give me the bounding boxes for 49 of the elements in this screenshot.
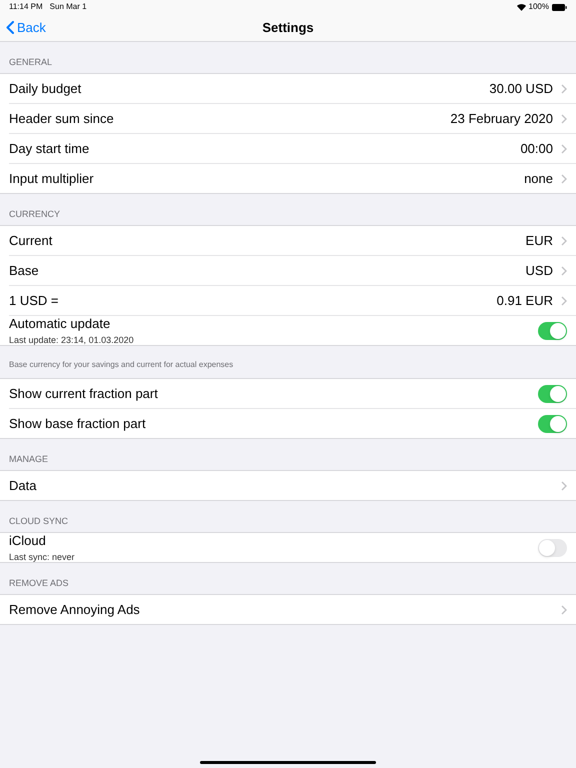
row-label: Header sum since: [9, 110, 114, 126]
row-label: Input multiplier: [9, 170, 94, 186]
row-label: Remove Annoying Ads: [9, 602, 140, 618]
chevron-right-icon: [561, 174, 567, 184]
chevron-right-icon: [561, 144, 567, 154]
toggle-switch[interactable]: [538, 384, 567, 402]
row-value: none: [524, 170, 553, 188]
back-button[interactable]: Back: [6, 18, 46, 38]
chevron-right-icon: [561, 480, 567, 490]
row-subtitle: Last update: 23:14, 01.03.2020: [9, 334, 134, 346]
row-value: 30.00 USD: [489, 80, 553, 98]
row-value: EUR: [526, 232, 553, 250]
section-header: CURRENCY: [9, 208, 60, 220]
chevron-right-icon: [561, 114, 567, 124]
section-header: CLOUD SYNC: [9, 514, 68, 528]
row-label: Base: [9, 262, 39, 278]
row-label: 1 USD =: [9, 292, 58, 308]
toggle-switch[interactable]: [538, 414, 567, 432]
wifi-icon: [516, 4, 526, 10]
chevron-right-icon: [561, 604, 567, 614]
nav-title: Settings: [262, 18, 314, 37]
row-label: Data: [9, 478, 36, 494]
section-header: MANAGE: [9, 452, 48, 466]
chevron-right-icon: [561, 236, 567, 246]
section-footer: Base currency for your savings and current for actual expenses: [9, 360, 234, 369]
row-value: USD: [526, 262, 553, 280]
back-chevron-icon: [6, 21, 14, 34]
chevron-right-icon: [561, 266, 567, 276]
battery-percentage: 100%: [528, 1, 549, 13]
row-label: Show base fraction part: [9, 416, 146, 432]
row-value: 23 February 2020: [450, 110, 553, 128]
row-value: 00:00: [520, 140, 553, 158]
toggle-switch[interactable]: [538, 538, 567, 556]
row-label: iCloud: [9, 532, 47, 548]
row-subtitle: Last sync: never: [9, 550, 75, 562]
status-time: 11:14 PM: [9, 1, 43, 13]
row-label: Current: [9, 232, 52, 248]
row-value: 0.91 EUR: [496, 292, 553, 310]
section-header: GENERAL: [9, 56, 52, 68]
chevron-right-icon: [561, 84, 567, 94]
row-label: Daily budget: [9, 80, 82, 96]
status-date: Sun Mar 1: [50, 1, 87, 13]
row-label: Day start time: [9, 140, 90, 156]
chevron-right-icon: [561, 296, 567, 306]
battery-icon: [552, 4, 567, 10]
row-label: Automatic update: [9, 316, 112, 332]
toggle-switch[interactable]: [538, 322, 567, 340]
row-label: Show current fraction part: [9, 386, 158, 402]
section-header: REMOVE ADS: [9, 576, 69, 590]
